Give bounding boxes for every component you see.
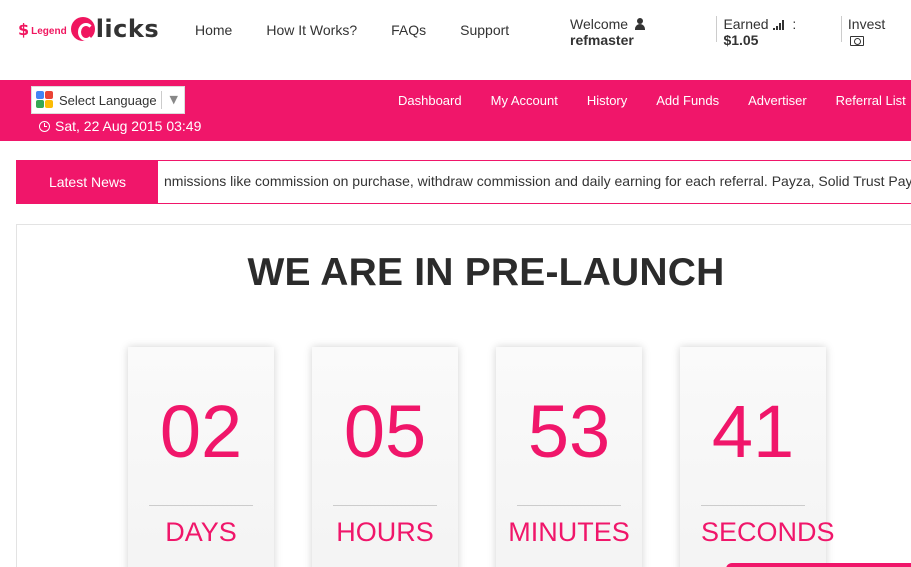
countdown-hours-value: 05 — [343, 390, 427, 473]
datetime-text: Sat, 22 Aug 2015 03:49 — [55, 118, 202, 134]
nav-support[interactable]: Support — [460, 22, 509, 38]
nav-history[interactable]: History — [587, 93, 627, 108]
countdown-hours-label: HOURS — [336, 517, 434, 547]
page-title: WE ARE IN PRE-LAUNCH — [247, 251, 725, 294]
language-divider — [161, 91, 162, 109]
user-icon — [634, 18, 645, 30]
earned-separator: : — [792, 16, 797, 32]
top-nav: Home How It Works? FAQs Support — [195, 22, 543, 38]
user-status: Welcome refmaster Earned : $1.05 Invest — [570, 16, 911, 48]
news-text[interactable]: nmissions like commission on purchase, w… — [164, 173, 911, 189]
main-nav: Dashboard My Account History Add Funds A… — [398, 93, 911, 108]
countdown-days-value: 02 — [159, 390, 243, 473]
logo-dollar: $ — [18, 19, 30, 39]
welcome-segment[interactable]: Welcome refmaster — [570, 16, 718, 48]
countdown-minutes-label: MINUTES — [508, 517, 630, 547]
bottom-accent-bar — [726, 563, 911, 567]
language-label: Select Language — [59, 92, 157, 108]
earned-label: Earned — [723, 16, 769, 32]
invest-label: Invest — [847, 16, 886, 32]
top-header: $ Legend licks Home How It Works? FAQs S… — [0, 0, 911, 80]
clock-icon — [39, 120, 50, 132]
divider — [517, 505, 621, 506]
site-logo[interactable]: $ Legend licks — [18, 14, 159, 44]
nav-faqs[interactable]: FAQs — [391, 22, 426, 38]
nav-add-funds[interactable]: Add Funds — [656, 93, 719, 108]
invest-segment[interactable]: Invest — [842, 16, 911, 46]
google-translate-icon — [36, 91, 54, 109]
countdown-seconds-label: SECONDS — [701, 517, 835, 547]
welcome-label: Welcome — [570, 16, 629, 32]
chevron-down-icon: ▼ — [169, 93, 178, 106]
countdown-minutes-card: 53 MINUTES — [496, 347, 642, 567]
countdown-minutes-value: 53 — [527, 390, 611, 473]
logo-legend: Legend — [31, 25, 67, 37]
countdown-seconds-value: 41 — [711, 390, 795, 473]
language-select[interactable]: Select Language ▼ — [31, 86, 185, 114]
earned-value: $1.05 — [723, 32, 759, 48]
news-label: Latest News — [17, 161, 158, 203]
signal-icon — [773, 19, 787, 30]
nav-advertiser[interactable]: Advertiser — [748, 93, 807, 108]
nav-how-it-works[interactable]: How It Works? — [266, 22, 357, 38]
nav-my-account[interactable]: My Account — [491, 93, 558, 108]
divider — [333, 505, 437, 506]
logo-clicks: licks — [95, 15, 160, 43]
main-nav-bar: Select Language ▼ Sat, 22 Aug 2015 03:49… — [0, 80, 911, 141]
countdown-seconds-card: 41 SECONDS — [680, 347, 835, 567]
current-datetime: Sat, 22 Aug 2015 03:49 — [39, 118, 201, 134]
divider — [701, 505, 805, 506]
nav-dashboard[interactable]: Dashboard — [398, 93, 462, 108]
logo-c-icon — [70, 17, 95, 41]
username: refmaster — [570, 32, 634, 48]
countdown-days-card: 02 DAYS — [128, 347, 274, 567]
divider — [149, 505, 253, 506]
nav-referral-list[interactable]: Referral List — [836, 93, 906, 108]
countdown-hours-card: 05 HOURS — [312, 347, 458, 567]
prelaunch-panel: WE ARE IN PRE-LAUNCH 02 DAYS 05 HOURS 53… — [16, 224, 911, 567]
news-ticker: Latest News nmissions like commission on… — [16, 160, 911, 204]
countdown-days-label: DAYS — [165, 517, 237, 547]
earned-segment[interactable]: Earned : $1.05 — [717, 16, 842, 48]
money-icon — [849, 36, 864, 46]
nav-home[interactable]: Home — [195, 22, 232, 38]
